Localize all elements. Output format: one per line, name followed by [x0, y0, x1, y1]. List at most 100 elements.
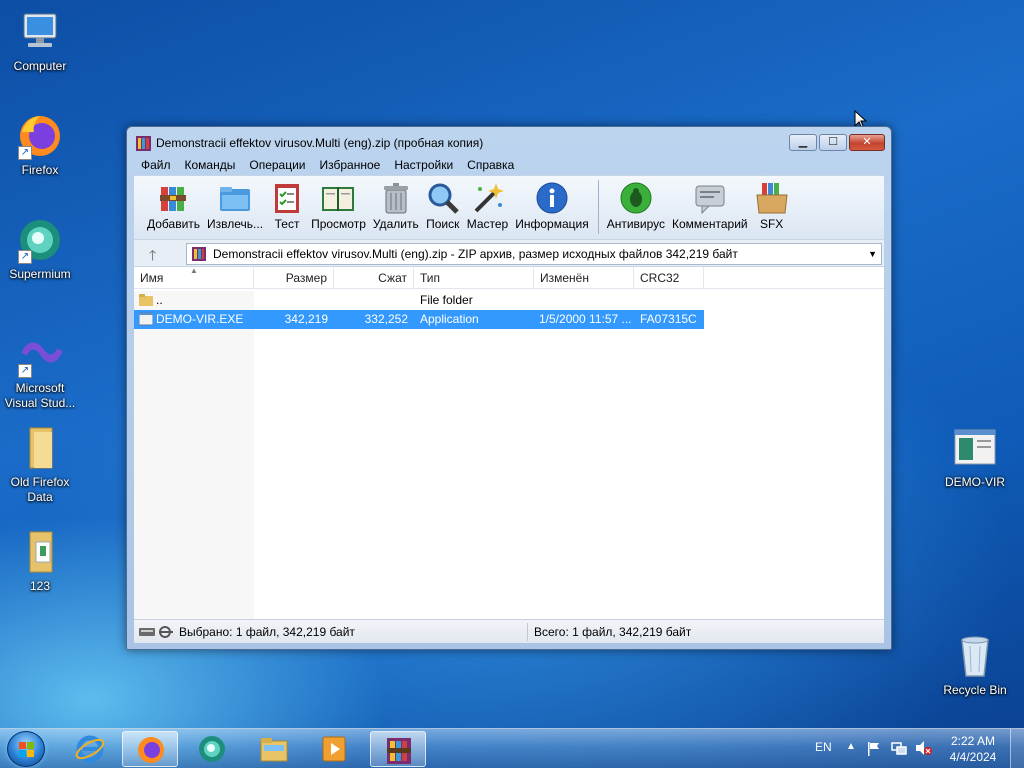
desktop-icon-recycle-bin[interactable]: Recycle Bin — [935, 632, 1015, 698]
clock-date: 4/4/2024 — [949, 750, 997, 764]
shortcut-arrow-icon: ↗ — [18, 146, 32, 160]
archive-path-field[interactable]: Demonstracii effektov virusov.Multi (eng… — [186, 243, 882, 265]
firefox-icon — [138, 737, 164, 763]
wizard-button[interactable]: Мастер — [464, 176, 512, 231]
info-icon — [536, 182, 568, 214]
title-bar[interactable]: Demonstracii effektov virusov.Multi (eng… — [127, 127, 891, 157]
add-archive-icon — [159, 187, 186, 211]
drive-icon — [139, 626, 173, 638]
language-indicator[interactable]: EN — [815, 740, 832, 754]
show-desktop-button[interactable] — [1010, 729, 1024, 768]
desktop-icon-firefox[interactable]: ↗ Firefox — [0, 112, 80, 178]
winrar-icon — [387, 738, 411, 764]
windows-logo-icon — [19, 742, 34, 757]
taskbar-explorer[interactable] — [246, 731, 302, 767]
desktop-icon-label: Supermium — [9, 267, 71, 281]
supermium-icon: ↗ — [16, 216, 64, 264]
desktop-icon-label: 123 — [29, 579, 51, 593]
recycle-bin-icon — [951, 632, 999, 680]
clock-time: 2:22 AM — [950, 734, 996, 748]
desktop-icon-label: Microsoft Visual Stud... — [4, 381, 76, 410]
desktop-icon-label: DEMO-VIR — [945, 475, 1005, 489]
delete-icon — [383, 183, 408, 214]
add-button[interactable]: Добавить — [144, 176, 203, 231]
comment-button[interactable]: Комментарий — [669, 176, 751, 231]
chevron-down-icon[interactable]: ▼ — [868, 244, 877, 264]
antivirus-button[interactable]: Антивирус — [604, 176, 668, 231]
delete-button[interactable]: Удалить — [370, 176, 422, 231]
close-button[interactable]: ✕ — [849, 134, 885, 151]
desktop-icon-computer[interactable]: Computer — [0, 8, 80, 74]
toolbar-separator — [597, 180, 599, 234]
winrar-icon — [136, 136, 151, 151]
taskbar-media-player[interactable] — [306, 731, 362, 767]
explorer-icon — [260, 738, 288, 762]
desktop-icon-123[interactable]: 123 — [0, 528, 80, 594]
desktop-icon-demo-vir[interactable]: DEMO-VIR — [935, 424, 1015, 490]
status-divider — [527, 623, 528, 641]
column-packed[interactable]: Сжат — [334, 267, 414, 289]
network-icon[interactable] — [891, 740, 907, 756]
sfx-button[interactable]: SFX — [752, 176, 792, 231]
action-center-flag-icon[interactable] — [867, 741, 881, 757]
test-button[interactable]: Тест — [267, 176, 307, 231]
taskbar-winrar[interactable] — [370, 731, 426, 767]
taskbar-internet-explorer[interactable] — [62, 731, 118, 767]
menu-file[interactable]: Файл — [134, 157, 178, 175]
menu-options[interactable]: Настройки — [387, 157, 460, 175]
extract-icon — [220, 187, 251, 211]
internet-explorer-icon — [75, 735, 105, 763]
minimize-button[interactable]: ▁ — [789, 134, 817, 151]
firefox-icon: ↗ — [16, 112, 64, 160]
file-list-margin — [134, 291, 254, 620]
view-icon — [322, 187, 355, 211]
extract-button[interactable]: Извлечь... — [204, 176, 266, 231]
window-title: Demonstracii effektov virusov.Multi (eng… — [156, 136, 484, 150]
shortcut-arrow-icon: ↗ — [18, 364, 32, 378]
executable-icon — [951, 424, 999, 472]
start-button[interactable] — [7, 731, 45, 767]
desktop-icon-old-firefox-data[interactable]: Old Firefox Data — [0, 424, 80, 505]
status-selected: Выбрано: 1 файл, 342,219 байт — [179, 625, 355, 639]
taskbar-firefox[interactable] — [122, 731, 178, 767]
info-button[interactable]: Информация — [512, 176, 591, 231]
column-crc[interactable]: CRC32 — [634, 267, 704, 289]
taskbar-supermium[interactable] — [184, 731, 240, 767]
column-size[interactable]: Размер — [254, 267, 334, 289]
comment-icon — [695, 185, 725, 215]
column-modified[interactable]: Изменён — [534, 267, 634, 289]
show-hidden-icons-button[interactable]: ▲ — [846, 741, 856, 752]
menu-bar: Файл Команды Операции Избранное Настройк… — [134, 157, 884, 175]
menu-commands[interactable]: Команды — [178, 157, 243, 175]
test-icon — [275, 184, 300, 213]
taskbar: EN ▲ 2:22 AM 4/4/2024 — [0, 728, 1024, 768]
menu-operations[interactable]: Операции — [242, 157, 312, 175]
menu-favorites[interactable]: Избранное — [313, 157, 388, 175]
list-item-parent-folder[interactable]: .. File folder — [134, 291, 704, 310]
maximize-button[interactable]: ☐ — [819, 134, 847, 151]
archive-path-text: Demonstracii effektov virusov.Multi (eng… — [213, 247, 738, 261]
column-type[interactable]: Тип — [414, 267, 534, 289]
table-row-selected[interactable]: DEMO-VIR.EXE 342,219 332,252 Application… — [134, 310, 704, 329]
winrar-window[interactable]: Demonstracii effektov virusov.Multi (eng… — [126, 126, 892, 650]
volume-muted-icon[interactable] — [915, 740, 933, 756]
find-icon — [428, 183, 459, 214]
folder-icon — [139, 294, 153, 306]
desktop-icon-label: Computer — [13, 59, 67, 73]
file-list[interactable]: Имя ▲ Размер Сжат Тип Изменён CRC32 .. F… — [134, 266, 884, 620]
desktop-icon-supermium[interactable]: ↗ Supermium — [0, 216, 80, 282]
find-button[interactable]: Поиск — [423, 176, 463, 231]
computer-icon — [16, 8, 64, 56]
desktop-icon-visual-studio[interactable]: ↗ Microsoft Visual Stud... — [0, 330, 80, 411]
up-folder-button[interactable]: 🡑 — [149, 245, 156, 269]
shortcut-arrow-icon: ↗ — [18, 250, 32, 264]
menu-help[interactable]: Справка — [460, 157, 521, 175]
wizard-icon — [475, 183, 505, 213]
sort-ascending-icon: ▲ — [190, 266, 198, 275]
column-name[interactable]: Имя ▲ — [134, 266, 254, 289]
visual-studio-icon: ↗ — [16, 330, 64, 378]
toolbar: Добавить Извлечь... Тест Просмотр Удалит… — [134, 175, 884, 239]
desktop-icon-label: Recycle Bin — [943, 683, 1007, 697]
view-button[interactable]: Просмотр — [308, 176, 369, 231]
clock[interactable]: 2:22 AM 4/4/2024 — [946, 733, 1000, 765]
